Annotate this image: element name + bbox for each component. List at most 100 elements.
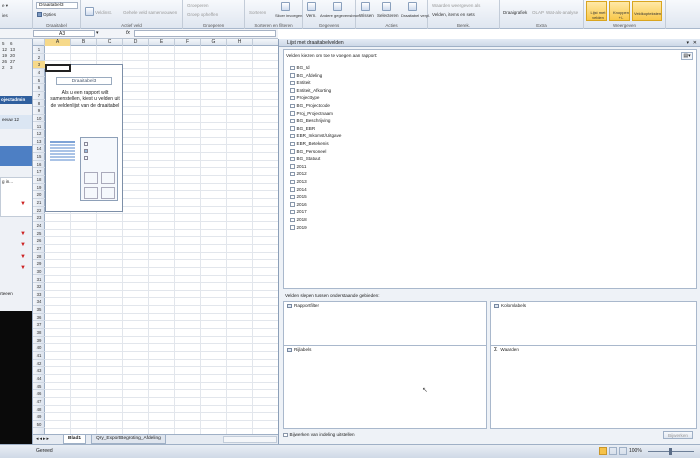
area-row-labels[interactable]: Rijlabels ↖ [283, 345, 487, 429]
ungroup-button[interactable]: Groep opheffen [187, 12, 218, 17]
row-header[interactable]: 9 [33, 107, 45, 115]
tab-blad1[interactable]: Blad1 [63, 435, 87, 444]
field-checkbox[interactable] [290, 217, 295, 222]
field-item[interactable]: Entiteit_Afkorting [290, 87, 331, 95]
pivotchart-button[interactable]: Draaigrafiek [503, 10, 527, 15]
row-header[interactable]: 14 [33, 145, 45, 154]
row-header[interactable]: 34 [33, 298, 45, 307]
field-checkbox[interactable] [290, 65, 295, 70]
row-header[interactable]: 4 [33, 69, 45, 77]
row-header[interactable]: 30 [33, 268, 45, 276]
row-header[interactable]: 3 [33, 61, 45, 69]
column-header[interactable]: G [201, 39, 227, 46]
field-item[interactable]: BG_Afdeling [290, 72, 322, 80]
fields-items-button[interactable]: Velden, items en sets [432, 12, 475, 17]
horizontal-scrollbar[interactable] [223, 436, 277, 443]
field-checkbox[interactable] [290, 118, 295, 124]
field-checkbox[interactable] [290, 95, 295, 101]
tab-qry-export[interactable]: Qry_ExportBegroting_Afdeling [91, 435, 166, 444]
field-item[interactable]: Projecttype [290, 94, 319, 102]
row-header[interactable]: 35 [33, 306, 45, 314]
project-admin-item[interactable]: ojectadmin [0, 96, 32, 104]
field-checkbox[interactable] [290, 133, 295, 139]
buttons-toggle[interactable]: Knoppen +/- [609, 1, 630, 21]
row-header[interactable]: 28 [33, 253, 45, 261]
row-header[interactable]: 24 [33, 222, 45, 230]
row-header[interactable]: 48 [33, 406, 45, 414]
group-selection-button[interactable]: Groeperen [187, 3, 209, 8]
olap-button[interactable]: OLAP [532, 10, 544, 15]
row-header[interactable]: 29 [33, 260, 45, 268]
row-header[interactable]: 45 [33, 383, 45, 391]
field-checkbox[interactable] [290, 194, 295, 200]
field-checkbox[interactable] [290, 126, 295, 131]
field-item[interactable]: BG_Id [290, 64, 310, 72]
row-header[interactable]: 16 [33, 161, 45, 169]
area-values[interactable]: Σ Waarden [490, 345, 697, 429]
row-header[interactable]: 37 [33, 321, 45, 330]
field-item[interactable]: 2014 [290, 186, 307, 194]
select-button[interactable]: Selecteren [377, 13, 399, 18]
row-header[interactable]: 8 [33, 100, 45, 108]
sort-button[interactable]: Sorteren [249, 10, 266, 15]
row-header[interactable]: 12 [33, 130, 45, 138]
headers-toggle[interactable]: Veldkopteksten [632, 1, 662, 21]
field-item[interactable]: 2013 [290, 178, 307, 186]
field-checkbox[interactable] [290, 149, 295, 154]
field-checkbox[interactable] [290, 187, 295, 192]
layout-options-icon[interactable]: ▤▾ [681, 52, 693, 60]
row-header[interactable]: 38 [33, 329, 45, 337]
row-header[interactable]: 11 [33, 123, 45, 131]
row-header[interactable]: 23 [33, 214, 45, 222]
row-header[interactable]: 43 [33, 367, 45, 375]
update-button[interactable]: Bijwerken [663, 431, 693, 439]
field-item[interactable]: BG_Projectcode [290, 102, 330, 110]
row-header[interactable]: 31 [33, 276, 45, 284]
field-item[interactable]: BG_Statuut [290, 155, 320, 163]
column-header[interactable]: A [45, 39, 71, 46]
row-header[interactable]: 13 [33, 138, 45, 146]
defer-update-checkbox[interactable] [283, 432, 288, 437]
field-checkbox[interactable] [290, 179, 295, 184]
dropdown-icon[interactable]: ▾ [686, 39, 689, 47]
row-header[interactable]: 40 [33, 344, 45, 352]
field-item[interactable]: BG_Personeel [290, 148, 326, 156]
field-checkbox[interactable] [290, 88, 295, 93]
field-checkbox[interactable] [290, 111, 295, 116]
name-box[interactable]: A3 [33, 30, 95, 37]
field-checkbox[interactable] [290, 171, 295, 177]
field-checkbox[interactable] [290, 103, 295, 108]
close-icon[interactable]: ✕ [693, 39, 697, 47]
row-header[interactable]: 2 [33, 54, 45, 62]
options-button[interactable]: Opties [43, 12, 56, 17]
field-settings-button[interactable]: Veldinst. [95, 10, 112, 15]
field-checkbox[interactable] [290, 209, 295, 215]
column-header[interactable]: H [227, 39, 253, 46]
field-checkbox[interactable] [290, 225, 295, 230]
field-checkbox[interactable] [290, 202, 295, 207]
function-icon[interactable]: fx [126, 30, 130, 36]
field-item[interactable]: BG_Beschrijving [290, 117, 330, 125]
row-header[interactable]: 10 [33, 115, 45, 123]
row-header[interactable]: 33 [33, 291, 45, 299]
field-item[interactable]: 2015 [290, 193, 307, 201]
fieldlist-toggle[interactable]: Lijst met velden [586, 1, 607, 21]
field-item[interactable]: EBR_Betekenis [290, 140, 329, 148]
summarize-button[interactable]: Waarden weergeven als [432, 3, 480, 8]
row-header[interactable]: 44 [33, 375, 45, 383]
week-item[interactable]: eeuw 12 [0, 115, 32, 129]
selected-cell-a3[interactable] [45, 64, 71, 72]
row-header[interactable]: 36 [33, 314, 45, 322]
slicer-button[interactable]: Slicer invoegen [275, 13, 302, 18]
field-item[interactable]: Proj_Projectnaam [290, 110, 333, 118]
row-header[interactable]: 47 [33, 398, 45, 406]
row-header[interactable]: 49 [33, 413, 45, 421]
row-header[interactable]: 20 [33, 191, 45, 199]
column-header[interactable]: F [175, 39, 201, 46]
clear-button[interactable]: Wissen [359, 13, 374, 18]
row-header[interactable]: 32 [33, 283, 45, 291]
column-header[interactable]: B [71, 39, 97, 46]
pivottable-name-field[interactable]: Draaitabel3 [36, 2, 78, 9]
row-header[interactable]: 21 [33, 199, 45, 207]
row-header[interactable]: 46 [33, 390, 45, 398]
